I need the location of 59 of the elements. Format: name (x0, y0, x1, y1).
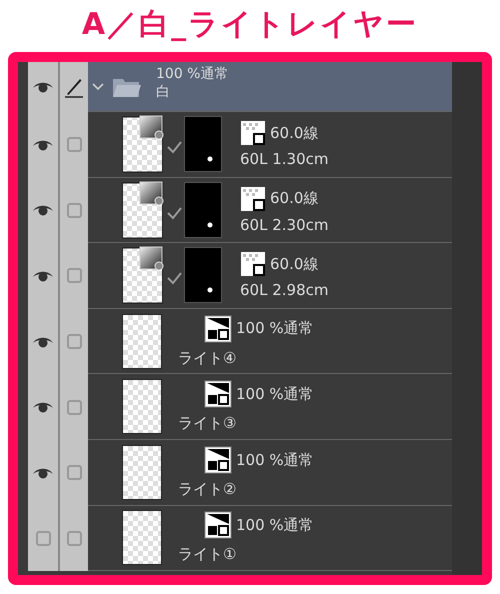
eye-icon[interactable] (32, 270, 54, 282)
layer-row[interactable]: 100 %通常 ライト① (88, 506, 452, 572)
tone-icon (240, 186, 266, 212)
eye-icon[interactable] (32, 204, 54, 216)
layer-row[interactable]: 100 %通常 ライト④ (88, 308, 452, 374)
edit-target-checkbox[interactable] (66, 137, 82, 152)
tone-label: 60.0線 (270, 189, 318, 208)
layer-thumbnail (122, 115, 182, 174)
eye-icon[interactable] (32, 81, 54, 93)
mask-thumbnail (184, 116, 222, 172)
blend-mode-label: 100 %通常 (236, 450, 314, 470)
layer-row[interactable]: 60.0線 60L 2.98cm (88, 243, 452, 309)
tone-label: 60.0線 (270, 124, 318, 142)
layer-thumbnail (122, 314, 162, 369)
panel-title: A／白_ライトレイヤー (80, 6, 420, 44)
eye-icon[interactable] (32, 466, 54, 479)
expand-caret-icon[interactable] (92, 82, 104, 90)
pen-icon[interactable] (64, 76, 84, 98)
blend-mode-label: 100 %通常 (236, 384, 314, 404)
raster-layer-icon (204, 314, 232, 343)
edit-target-checkbox[interactable] (66, 530, 82, 546)
blend-mode-label: 100 %通常 (236, 319, 314, 338)
blend-mode-label: 100 %通常 (236, 516, 314, 535)
edit-target-checkbox[interactable] (66, 268, 82, 284)
layer-thumbnail (122, 444, 162, 500)
edit-target-checkbox[interactable] (66, 400, 82, 415)
edit-target-checkbox[interactable] (66, 334, 82, 350)
layer-thumbnail (122, 246, 182, 304)
layer-name: ライト③ (178, 414, 236, 432)
edit-target-checkbox[interactable] (66, 465, 82, 480)
visibility-checkbox[interactable] (36, 530, 50, 546)
layer-name: ライト② (178, 480, 236, 498)
tone-icon (240, 251, 266, 278)
layer-row[interactable]: 60.0線 60L 2.30cm (88, 178, 452, 244)
layer-name: ライト① (178, 545, 236, 564)
edit-target-checkbox[interactable] (66, 202, 82, 218)
layer-row[interactable]: 100 %通常 ライト③ (88, 374, 452, 440)
layer-row[interactable]: 100 %通常 白 (88, 62, 452, 112)
eye-icon[interactable] (32, 138, 54, 151)
eye-icon[interactable] (32, 401, 54, 414)
layer-name: 白 (156, 84, 171, 101)
raster-layer-icon (204, 446, 232, 474)
blend-mode-label: 100 %通常 (156, 66, 228, 84)
eye-icon[interactable] (32, 336, 54, 348)
layer-name: 60L 1.30cm (240, 150, 328, 168)
layer-name: ライト④ (178, 348, 236, 367)
layer-row[interactable]: 100 %通常 ライト② (88, 440, 452, 506)
mask-thumbnail (184, 182, 222, 238)
layer-name: 60L 2.98cm (240, 281, 328, 300)
raster-layer-icon (204, 511, 232, 540)
layer-row[interactable]: 60.0線 60L 1.30cm (88, 112, 452, 178)
tone-label: 60.0線 (270, 254, 318, 274)
layer-thumbnail (122, 510, 162, 566)
raster-layer-icon (204, 380, 232, 408)
layer-thumbnail (122, 180, 182, 239)
tone-icon (240, 120, 266, 146)
layer-name: 60L 2.30cm (240, 216, 328, 234)
mask-thumbnail (184, 247, 222, 304)
layer-thumbnail (122, 379, 162, 434)
